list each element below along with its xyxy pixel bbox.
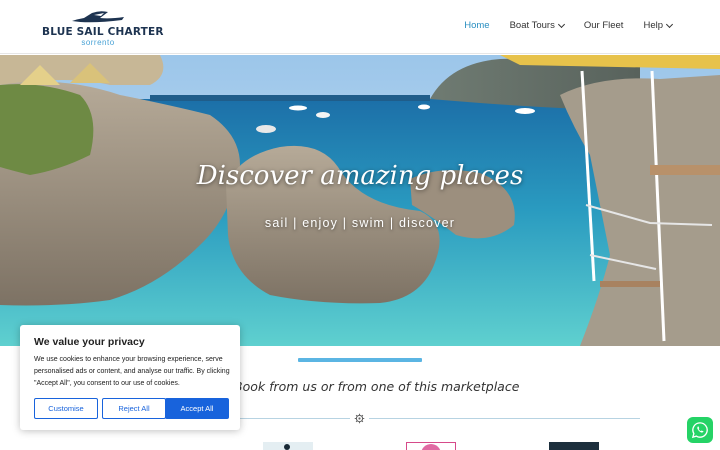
- hero-banner: Discover amazing places sail | enjoy | s…: [0, 55, 720, 346]
- gear-icon: [354, 413, 365, 424]
- divider-line-right: [369, 418, 640, 419]
- chevron-down-icon: [665, 20, 674, 28]
- logo-title: BLUE SAIL CHARTER: [42, 26, 164, 38]
- nav-home-label: Home: [464, 20, 490, 31]
- boat-icon: [72, 11, 124, 23]
- nav-boat-tours-label: Boat Tours: [509, 20, 555, 31]
- section-heading: Book from us or from one of this marketp…: [234, 379, 520, 394]
- marketplace-logo[interactable]: [549, 442, 599, 450]
- accept-all-button[interactable]: Accept All: [165, 398, 229, 419]
- marketplace-logo[interactable]: [406, 442, 456, 450]
- chevron-down-icon: [557, 20, 565, 28]
- main-nav: Home Boat Tours Our Fleet Help: [464, 20, 674, 31]
- nav-help[interactable]: Help: [643, 20, 674, 31]
- customise-button[interactable]: Customise: [34, 398, 98, 419]
- hero-title: Discover amazing places: [196, 161, 524, 191]
- cookie-title: We value your privacy: [34, 336, 145, 348]
- whatsapp-button[interactable]: [687, 417, 713, 443]
- logo-subtitle: sorrento: [81, 38, 115, 47]
- whatsapp-icon: [691, 422, 708, 439]
- site-logo[interactable]: BLUE SAIL CHARTER sorrento: [42, 9, 164, 47]
- divider-line-left: [240, 418, 350, 419]
- cookie-consent-banner: We value your privacy We use cookies to …: [20, 325, 240, 430]
- marketplace-logo[interactable]: [263, 442, 313, 450]
- hero-background-image: [0, 55, 720, 346]
- nav-our-fleet-label: Our Fleet: [583, 20, 624, 31]
- hero-subtitle: sail | enjoy | swim | discover: [264, 216, 456, 230]
- accent-bar: [298, 358, 422, 362]
- nav-boat-tours[interactable]: Boat Tours: [509, 20, 565, 31]
- nav-help-label: Help: [643, 20, 663, 31]
- reject-all-button[interactable]: Reject All: [102, 398, 166, 419]
- cookie-description: We use cookies to enhance your browsing …: [34, 356, 230, 387]
- site-header: BLUE SAIL CHARTER sorrento Home Boat Tou…: [0, 0, 720, 54]
- nav-home[interactable]: Home: [464, 20, 489, 31]
- nav-our-fleet[interactable]: Our Fleet: [584, 20, 624, 31]
